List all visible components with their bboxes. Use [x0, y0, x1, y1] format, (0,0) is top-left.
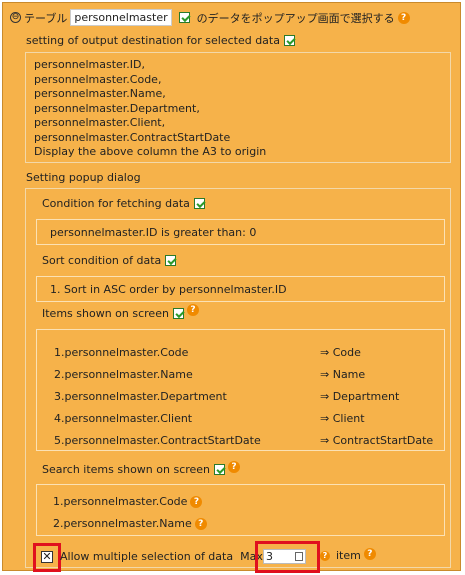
search-items-box: 1.personnelmaster.Code ? 2.personnelmast…	[36, 484, 445, 536]
items-box: 1.personnelmaster.Code ⇒ Code 2.personne…	[36, 329, 445, 451]
item-label-row: ? item ?	[320, 547, 376, 562]
help-icon[interactable]: ?	[186, 303, 199, 316]
calculator-icon[interactable]	[295, 552, 303, 561]
popup-box: Condition for fetching data personnelmas…	[25, 188, 451, 568]
sort-condition-box: 1. Sort in ASC order by personnelmaster.…	[36, 276, 445, 302]
display-item-source: 5.personnelmaster.ContractStartDate	[54, 434, 261, 447]
help-icon[interactable]: ?	[194, 517, 207, 530]
max-items-value: 3	[266, 550, 273, 563]
header-suffix: のデータをポップアップ画面で選択する	[196, 11, 395, 25]
allow-multiple-checkbox[interactable]: ✕	[41, 551, 53, 563]
help-icon[interactable]: ?	[190, 495, 203, 508]
display-item-target: ⇒ ContractStartDate	[320, 434, 434, 447]
help-icon[interactable]: ?	[397, 11, 410, 24]
display-item-source: 3.personnelmaster.Department	[54, 390, 227, 403]
header-prefix: テーブル	[24, 11, 68, 25]
item-label: item	[336, 549, 361, 562]
search-title-row: Search items shown on screen ?	[42, 460, 241, 476]
display-item-source: 2.personnelmaster.Name	[54, 368, 193, 381]
output-lines: personnelmaster.ID, personnelmaster.Code…	[34, 58, 266, 160]
output-line: personnelmaster.Client,	[34, 116, 166, 129]
display-item-target: ⇒ Department	[320, 390, 400, 403]
sort-title: Sort condition of data	[42, 254, 162, 267]
edit-icon[interactable]	[214, 464, 226, 475]
fetch-title-row: Condition for fetching data	[42, 197, 205, 210]
output-section-title: setting of output destination for select…	[26, 34, 295, 47]
fetch-condition-box: personnelmaster.ID is greater than: 0	[36, 219, 445, 245]
search-item: 1.personnelmaster.Code ?	[53, 495, 203, 508]
display-item-source: 4.personnelmaster.Client	[54, 412, 193, 425]
fetch-condition: personnelmaster.ID is greater than: 0	[50, 226, 257, 239]
fetch-title: Condition for fetching data	[42, 197, 190, 210]
display-item-target: ⇒ Code	[320, 346, 361, 359]
popup-title: Setting popup dialog	[26, 171, 141, 184]
help-icon[interactable]: ?	[228, 460, 241, 473]
search-item: 2.personnelmaster.Name ?	[53, 517, 207, 530]
sort-condition: 1. Sort in ASC order by personnelmaster.…	[50, 283, 287, 296]
edit-icon[interactable]	[178, 12, 190, 23]
edit-icon[interactable]	[193, 198, 205, 209]
edit-icon[interactable]	[172, 308, 184, 319]
output-line: personnelmaster.Code,	[34, 72, 162, 86]
max-items-input[interactable]: 3	[263, 549, 306, 564]
edit-icon[interactable]	[283, 35, 295, 46]
edit-icon[interactable]	[165, 255, 177, 266]
help-icon[interactable]: ?	[363, 547, 376, 560]
allow-multiple-label: Allow multiple selection of data	[60, 550, 234, 563]
search-item-label: 1.personnelmaster.Code	[53, 495, 188, 508]
panel-header: ⊖ テーブル personnelmaster のデータをポップアップ画面で選択す…	[10, 9, 410, 26]
output-line: personnelmaster.ContractStartDate	[34, 130, 231, 144]
output-line: personnelmaster.Department,	[34, 101, 200, 115]
help-icon[interactable]: ?	[320, 550, 330, 561]
items-title-row: Items shown on screen ?	[42, 303, 199, 320]
items-title: Items shown on screen	[42, 307, 169, 320]
search-title: Search items shown on screen	[42, 463, 211, 476]
table-name-field[interactable]: personnelmaster	[70, 9, 172, 26]
settings-panel: ⊖ テーブル personnelmaster のデータをポップアップ画面で選択す…	[2, 2, 461, 571]
display-item-source: 1.personnelmaster.Code	[54, 346, 189, 359]
sort-title-row: Sort condition of data	[42, 254, 177, 267]
output-title: setting of output destination for select…	[26, 34, 280, 47]
popup-section-title: Setting popup dialog	[26, 171, 141, 184]
output-line: personnelmaster.ID,	[34, 58, 145, 71]
display-item-target: ⇒ Name	[320, 368, 366, 381]
allow-multiple-label-row: Allow multiple selection of data Max	[60, 550, 263, 563]
output-line: Display the above column the A3 to origi…	[34, 145, 267, 158]
output-box: personnelmaster.ID, personnelmaster.Code…	[25, 52, 451, 163]
collapse-icon[interactable]: ⊖	[10, 12, 21, 23]
display-item-target: ⇒ Client	[320, 412, 365, 425]
search-item-label: 2.personnelmaster.Name	[53, 517, 192, 530]
output-line: personnelmaster.Name,	[34, 87, 166, 100]
